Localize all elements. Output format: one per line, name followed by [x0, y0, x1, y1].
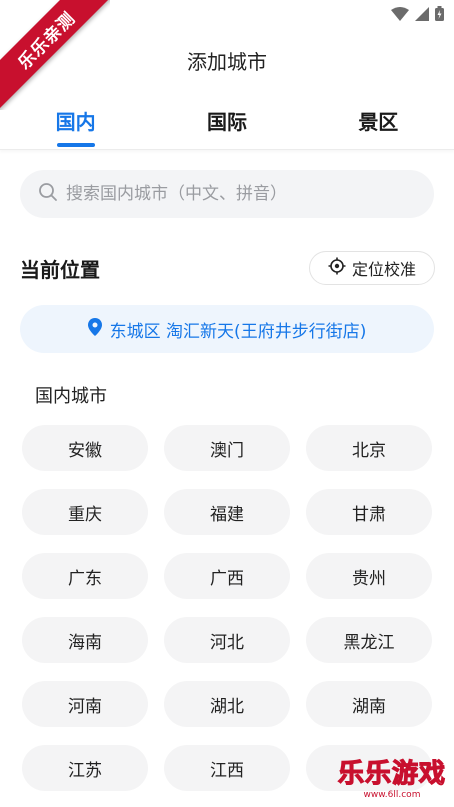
city-chip[interactable]: 海南 — [22, 617, 148, 663]
city-chip[interactable]: 广西 — [164, 553, 290, 599]
city-chip[interactable]: 江西 — [164, 745, 290, 791]
active-tab-indicator — [56, 143, 95, 147]
crosshair-icon — [328, 257, 346, 279]
current-location-card[interactable]: 东城区 淘汇新天(王府井步行街店) — [20, 305, 434, 353]
watermark-main: 乐乐游戏 — [337, 758, 446, 789]
city-chip[interactable]: 贵州 — [306, 553, 432, 599]
site-watermark-logo: 乐乐游戏 www.6ll.com — [336, 758, 448, 803]
wifi-icon — [391, 6, 409, 21]
city-chip[interactable]: 澳门 — [164, 425, 290, 471]
promo-ribbon: 乐乐亲测 — [0, 0, 110, 110]
signal-icon — [415, 6, 429, 21]
current-location-title: 当前位置 — [20, 258, 100, 282]
locate-button-label: 定位校准 — [351, 260, 416, 279]
search-bar[interactable] — [20, 170, 434, 218]
status-icons — [391, 6, 444, 21]
current-location-address: 东城区 淘汇新天(王府井步行街店) — [109, 321, 367, 342]
tab-label: 景区 — [358, 110, 399, 134]
tab-scenic[interactable]: 景区 — [303, 96, 454, 149]
city-chip[interactable]: 黑龙江 — [306, 617, 432, 663]
battery-icon — [435, 6, 444, 21]
search-input[interactable] — [66, 184, 406, 204]
city-chip[interactable]: 江苏 — [22, 745, 148, 791]
city-chip[interactable]: 广东 — [22, 553, 148, 599]
domestic-cities-title: 国内城市 — [35, 386, 107, 407]
city-chip[interactable]: 北京 — [306, 425, 432, 471]
city-chip[interactable]: 安徽 — [22, 425, 148, 471]
watermark-url: www.6ll.com — [363, 790, 421, 800]
city-chip[interactable]: 甘肃 — [306, 489, 432, 535]
city-chip[interactable]: 湖北 — [164, 681, 290, 727]
tab-international[interactable]: 国际 — [151, 96, 302, 149]
city-chip[interactable]: 重庆 — [22, 489, 148, 535]
ribbon-text: 乐乐亲测 — [0, 0, 110, 110]
locate-calibrate-button[interactable]: 定位校准 — [309, 251, 435, 285]
city-grid: 安徽 澳门 北京 重庆 福建 甘肃 广东 广西 贵州 海南 河北 黑龙江 河南 … — [22, 425, 432, 791]
tab-label: 国内 — [55, 110, 96, 134]
city-chip[interactable]: 河南 — [22, 681, 148, 727]
city-chip[interactable]: 河北 — [164, 617, 290, 663]
city-chip[interactable]: 湖南 — [306, 681, 432, 727]
tab-label: 国际 — [206, 110, 247, 134]
city-chip[interactable]: 福建 — [164, 489, 290, 535]
search-icon — [38, 182, 58, 206]
location-pin-icon — [87, 317, 102, 341]
